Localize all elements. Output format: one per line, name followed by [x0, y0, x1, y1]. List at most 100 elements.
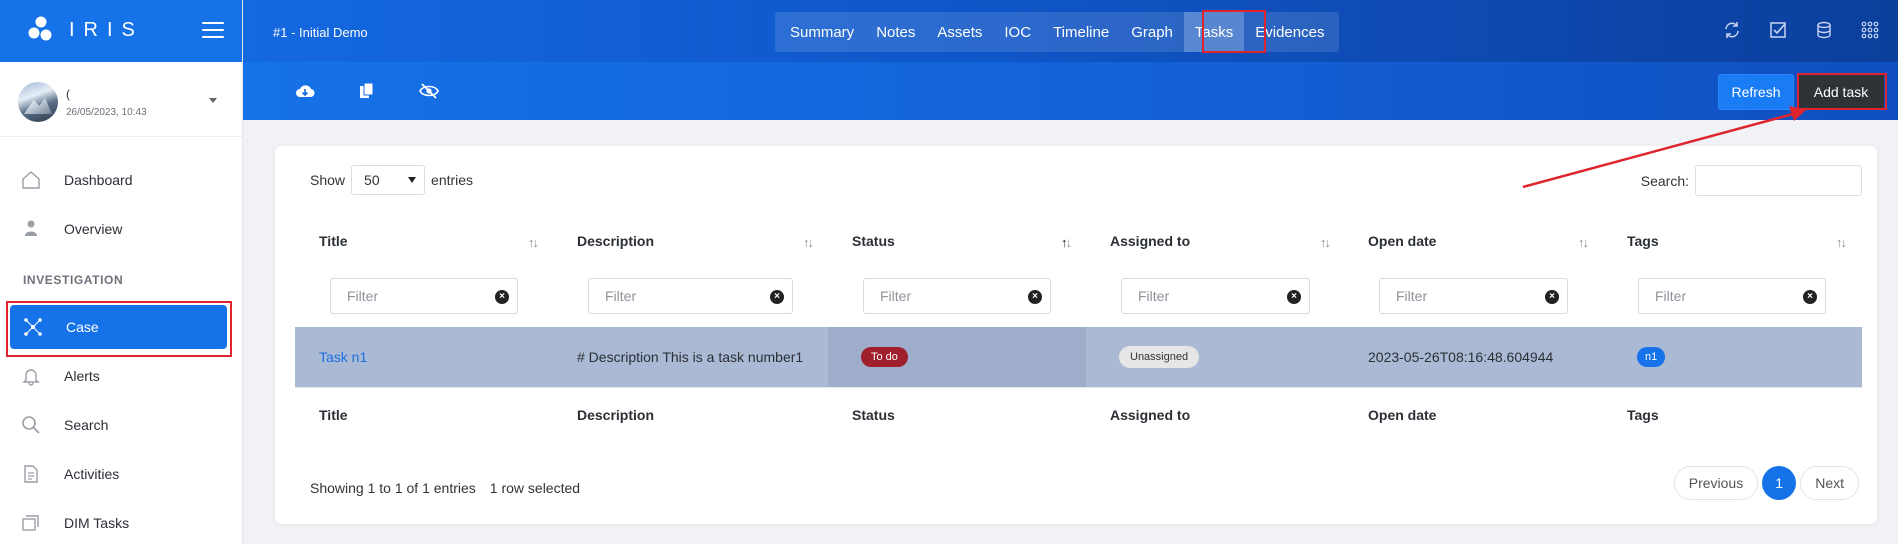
clear-icon[interactable]: × [1028, 290, 1042, 304]
show-label: Show [310, 172, 346, 188]
user-pin-icon [20, 218, 42, 240]
tasks-card: Show 50 entries Search: Title ↑↓ Descrip… [275, 146, 1877, 524]
tab-ioc[interactable]: IOC [993, 12, 1042, 52]
clear-icon[interactable]: × [1287, 290, 1301, 304]
iris-logo-icon [28, 16, 52, 41]
filter-tags[interactable]: × [1638, 278, 1826, 314]
sort-icon[interactable]: ↑↓ [1836, 235, 1847, 250]
column-header-open-date[interactable]: Open date [1368, 216, 1436, 266]
table-footer-row: Title Description Status Assigned to Ope… [295, 387, 1862, 441]
table-search: Search: [1641, 165, 1862, 196]
user-name: ( [66, 87, 70, 101]
user-profile[interactable]: ( 26/05/2023, 10:43 [0, 62, 242, 137]
sidebar-item-alerts[interactable]: Alerts [8, 354, 228, 398]
menu-toggle-icon[interactable] [202, 22, 224, 40]
filter-input[interactable] [1639, 279, 1798, 313]
sidebar-item-label: DIM Tasks [64, 515, 130, 531]
tasks-tab-highlight-box [1202, 10, 1266, 53]
header-label: Assigned to [1110, 233, 1191, 249]
column-header-status[interactable]: Status [852, 216, 895, 266]
column-header-assigned[interactable]: Assigned to [1110, 216, 1190, 266]
task-link[interactable]: Task n1 [319, 349, 367, 365]
clear-icon[interactable]: × [770, 290, 784, 304]
filter-assigned[interactable]: × [1121, 278, 1310, 314]
bell-icon [20, 365, 42, 387]
footer-header-assigned: Assigned to [1110, 388, 1190, 441]
sort-icon[interactable]: ↑↓ [1578, 235, 1589, 250]
column-header-title[interactable]: Title [319, 216, 348, 266]
sidebar-item-dim-tasks[interactable]: DIM Tasks [8, 501, 228, 544]
tab-summary[interactable]: Summary [779, 12, 865, 52]
refresh-button[interactable]: Refresh [1718, 74, 1794, 110]
case-title: #1 - Initial Demo [273, 25, 368, 40]
apps-grid-icon[interactable] [1860, 20, 1880, 40]
entries-select[interactable]: 50 [351, 165, 426, 195]
filter-input[interactable] [1380, 279, 1539, 313]
tag-badge[interactable]: n1 [1637, 347, 1666, 367]
sidebar: IRIS ( 26/05/2023, 10:43 Dashboard Overv… [0, 0, 243, 544]
sidebar-item-activities[interactable]: Activities [8, 452, 228, 496]
footer-header-open-date: Open date [1368, 388, 1436, 441]
table-row[interactable]: Task n1 # Description This is a task num… [295, 327, 1862, 387]
avatar [18, 82, 58, 122]
filter-open-date[interactable]: × [1379, 278, 1568, 314]
top-right-icons [1722, 20, 1880, 40]
sort-asc-icon[interactable]: ↑↓ [1061, 235, 1072, 250]
status-badge: To do [861, 347, 908, 367]
column-header-tags[interactable]: Tags [1627, 216, 1659, 266]
page-number-button[interactable]: 1 [1762, 466, 1797, 500]
task-description: # Description This is a task number1 [577, 349, 804, 365]
assignee-badge: Unassigned [1119, 346, 1200, 368]
case-highlight-box [6, 301, 232, 357]
document-icon [20, 463, 42, 485]
header-label: Description [577, 233, 655, 249]
tab-assets[interactable]: Assets [926, 12, 993, 52]
sidebar-item-overview[interactable]: Overview [8, 207, 228, 251]
add-task-highlight-box [1797, 73, 1887, 110]
sync-icon[interactable] [1722, 20, 1742, 40]
filter-input[interactable] [1122, 279, 1281, 313]
sort-icon[interactable]: ↑↓ [803, 235, 814, 250]
filter-title[interactable]: × [330, 278, 518, 314]
clear-icon[interactable]: × [1803, 290, 1817, 304]
search-input[interactable] [1695, 165, 1862, 196]
checkbox-icon[interactable] [1768, 20, 1788, 40]
search-icon [20, 414, 42, 436]
cell-open-date: 2023-05-26T08:16:48.604944 [1368, 327, 1553, 387]
previous-page-button[interactable]: Previous [1673, 466, 1759, 500]
home-icon [20, 169, 42, 191]
task-toolbar: Refresh Add task [243, 62, 1898, 120]
tab-notes[interactable]: Notes [865, 12, 926, 52]
clear-icon[interactable]: × [1545, 290, 1559, 304]
header-label: Open date [1368, 233, 1437, 249]
sidebar-item-label: Alerts [64, 368, 100, 384]
sidebar-item-dashboard[interactable]: Dashboard [8, 158, 228, 202]
clear-icon[interactable]: × [495, 290, 509, 304]
chevron-down-icon[interactable] [209, 98, 217, 103]
table-filter-row: × × × × × × [295, 266, 1862, 327]
app-logo-text: IRIS [69, 19, 144, 41]
footer-header-status: Status [852, 388, 895, 441]
database-icon[interactable] [1814, 20, 1834, 40]
cell-status: To do [861, 327, 908, 387]
filter-input[interactable] [589, 279, 762, 313]
cell-title: Task n1 [319, 327, 367, 387]
filter-description[interactable]: × [588, 278, 793, 314]
search-label: Search: [1640, 172, 1689, 189]
cloud-download-icon[interactable] [295, 81, 315, 101]
filter-input[interactable] [331, 279, 490, 313]
sort-icon[interactable]: ↑↓ [528, 235, 539, 250]
header-label: Open date [1368, 406, 1437, 423]
eye-slash-icon[interactable] [419, 81, 439, 101]
filter-input[interactable] [864, 279, 1023, 313]
filter-status[interactable]: × [863, 278, 1051, 314]
tab-graph[interactable]: Graph [1120, 12, 1184, 52]
tab-timeline[interactable]: Timeline [1042, 12, 1120, 52]
copy-icon[interactable] [357, 81, 377, 101]
sidebar-item-search[interactable]: Search [8, 403, 228, 447]
footer-header-description: Description [577, 388, 654, 441]
sidebar-item-label: Dashboard [64, 172, 133, 188]
column-header-description[interactable]: Description [577, 216, 654, 266]
next-page-button[interactable]: Next [1800, 466, 1859, 500]
sort-icon[interactable]: ↑↓ [1320, 235, 1331, 250]
